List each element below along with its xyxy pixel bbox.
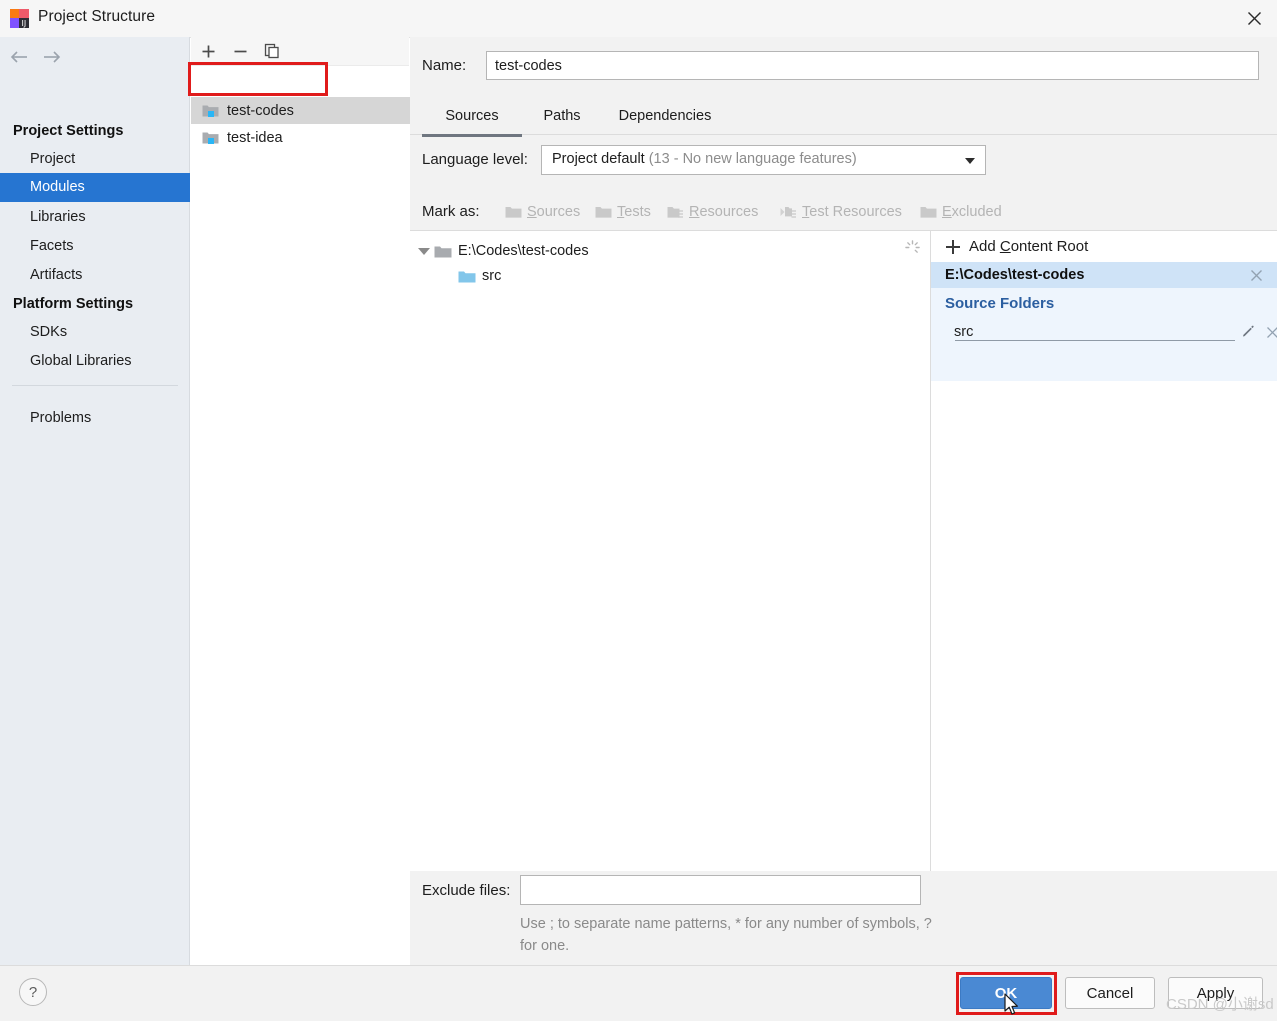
mark-as-label-text: Test Resources <box>802 204 902 220</box>
folder-test-res-icon <box>780 205 797 219</box>
language-level-row: Language level: Project default (13 - No… <box>410 145 1277 175</box>
dialog-footer: ? OK Cancel Apply <box>0 965 1277 1020</box>
tab-dependencies[interactable]: Dependencies <box>600 101 730 134</box>
sidebar-item-global-libraries[interactable]: Global Libraries <box>0 347 190 376</box>
folder-lines-icon <box>667 205 684 219</box>
project-structure-dialog: IJ Project Structure Project Settings Pr… <box>0 0 1277 1020</box>
language-level-dropdown[interactable]: Project default (13 - No new language fe… <box>541 145 986 175</box>
mark-as-label-text: Sources <box>527 204 581 220</box>
exclude-files-hint: Use ; to separate name patterns, * for a… <box>520 916 932 954</box>
name-label: Name: <box>422 57 467 74</box>
source-folder-row[interactable]: src <box>945 323 1277 344</box>
expander-triangle-icon[interactable] <box>418 247 430 255</box>
remove-source-folder-icon[interactable] <box>1263 323 1277 341</box>
back-arrow-icon[interactable] <box>8 46 30 68</box>
source-folders-section: Source Folders src <box>931 288 1277 381</box>
tab-paths[interactable]: Paths <box>528 101 596 134</box>
sidebar-divider <box>12 385 178 386</box>
title-bar: IJ Project Structure <box>0 0 1277 38</box>
sidebar-item-libraries[interactable]: Libraries <box>0 203 190 232</box>
sidebar-group-platform-settings: Platform Settings <box>13 296 134 312</box>
mark-as-resources-button[interactable]: Resources <box>667 201 758 223</box>
folder-plain-icon <box>920 205 937 219</box>
module-list-column: test-codes test-idea <box>191 37 410 965</box>
module-list: test-codes test-idea <box>191 66 410 965</box>
close-icon[interactable] <box>1231 0 1277 37</box>
forward-arrow-icon[interactable] <box>41 46 63 68</box>
chevron-down-icon <box>965 158 975 164</box>
list-item[interactable]: test-idea <box>191 124 410 151</box>
content-root-path-header[interactable]: E:\Codes\test-codes <box>931 262 1277 288</box>
sidebar-item-problems[interactable]: Problems <box>0 404 190 433</box>
module-name-input[interactable] <box>486 51 1259 80</box>
mark-as-label-text: Resources <box>689 204 759 220</box>
mark-as-excluded-button[interactable]: Excluded <box>920 201 1002 223</box>
tree-row-src[interactable]: src <box>458 264 501 288</box>
edit-pencil-icon[interactable] <box>1239 323 1257 341</box>
settings-sidebar: Project Settings Project Modules Librari… <box>0 37 190 965</box>
mark-as-sources-button[interactable]: Sources <box>505 201 580 223</box>
module-icon <box>202 130 219 145</box>
source-folders-title: Source Folders <box>945 295 1055 312</box>
sidebar-item-modules[interactable]: Modules <box>0 173 190 202</box>
mark-as-tests-button[interactable]: Tests <box>595 201 651 223</box>
folder-plain-icon <box>505 205 522 219</box>
help-button[interactable]: ? <box>19 978 47 1006</box>
mark-as-test-resources-button[interactable]: Test Resources <box>780 201 902 223</box>
module-detail-panel: Name: Sources Paths Dependencies Languag… <box>410 37 1277 965</box>
sidebar-item-facets[interactable]: Facets <box>0 232 190 261</box>
sidebar-item-project[interactable]: Project <box>0 145 190 174</box>
mark-as-label-text: Excluded <box>942 204 1002 220</box>
plus-icon <box>945 239 961 255</box>
apply-button[interactable]: Apply <box>1168 977 1263 1009</box>
navigation-arrows <box>0 37 190 75</box>
exclude-files-row: Exclude files: <box>410 873 1277 909</box>
mark-as-row: Mark as: Sources Tests Resources Test Re… <box>410 199 1277 227</box>
list-item-label: test-idea <box>227 129 283 146</box>
copy-module-icon[interactable] <box>261 41 283 61</box>
folder-blue-icon <box>458 269 476 284</box>
window-title: Project Structure <box>38 8 156 25</box>
language-level-value: Project default (13 - No new language fe… <box>552 151 857 167</box>
sidebar-item-sdks[interactable]: SDKs <box>0 318 190 347</box>
tab-sources[interactable]: Sources <box>422 101 522 137</box>
source-folder-name: src <box>954 324 974 340</box>
list-item[interactable]: test-codes <box>191 97 410 124</box>
loading-spinner-icon <box>905 240 920 255</box>
module-toolbar <box>191 37 409 66</box>
module-tabs: Sources Paths Dependencies <box>410 101 1277 137</box>
folder-plain-icon <box>595 205 612 219</box>
mark-as-label-text: Tests <box>617 204 651 220</box>
exclude-files-label: Exclude files: <box>422 882 511 899</box>
exclude-files-input[interactable] <box>520 875 921 905</box>
tree-row-label: E:\Codes\test-codes <box>458 243 589 259</box>
list-item-label: test-codes <box>227 102 294 119</box>
module-icon <box>202 103 219 118</box>
tree-row-content-root[interactable]: E:\Codes\test-codes <box>418 239 589 263</box>
ok-button[interactable]: OK <box>960 977 1052 1009</box>
cancel-button[interactable]: Cancel <box>1065 977 1155 1009</box>
svg-text:IJ: IJ <box>22 19 27 28</box>
tree-row-label: src <box>482 268 502 284</box>
sidebar-group-project-settings: Project Settings <box>13 123 124 139</box>
folder-gray-icon <box>434 244 452 259</box>
source-folder-underline <box>955 340 1235 341</box>
add-module-icon[interactable] <box>197 41 219 61</box>
intellij-idea-icon: IJ <box>10 9 29 28</box>
content-root-panel: Add Content Root E:\Codes\test-codes Sou… <box>931 230 1277 871</box>
language-level-label: Language level: <box>422 151 528 168</box>
add-content-root-button[interactable]: Add Content Root <box>931 231 1277 262</box>
mark-as-label: Mark as: <box>422 203 480 220</box>
sidebar-item-artifacts[interactable]: Artifacts <box>0 261 190 290</box>
add-content-root-label: Add Content Root <box>969 238 1089 255</box>
content-root-tree: E:\Codes\test-codes src <box>410 230 931 871</box>
content-root-path: E:\Codes\test-codes <box>945 267 1085 283</box>
remove-content-root-icon[interactable] <box>1247 266 1265 284</box>
remove-module-icon[interactable] <box>229 41 251 61</box>
